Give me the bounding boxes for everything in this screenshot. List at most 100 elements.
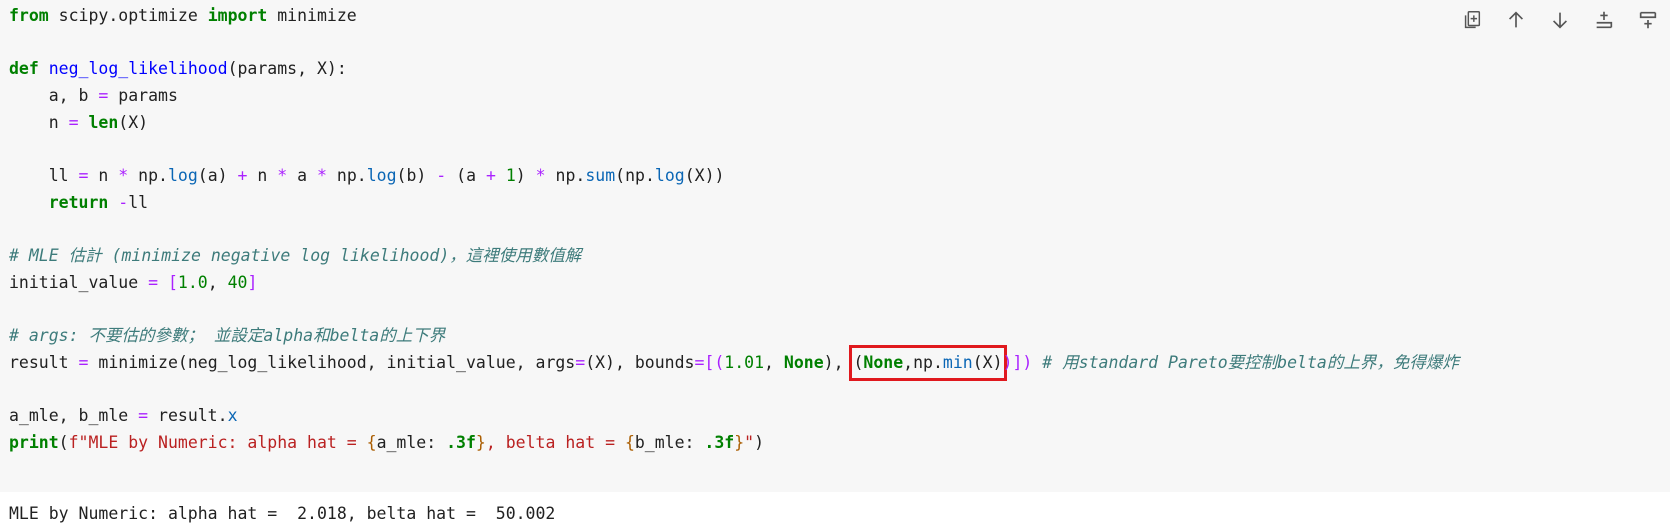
move-down-icon [1552, 12, 1568, 29]
code-text: (X), bounds [585, 353, 695, 372]
code-text: ( [853, 353, 864, 372]
attribute: log [366, 166, 397, 185]
attribute: sum [585, 166, 616, 185]
operator: + [485, 166, 496, 185]
code-comment: # args: 不要估的參數； 並設定alpha和belta的上下界 [9, 326, 446, 345]
code-text: params [108, 86, 178, 105]
insert-below-button[interactable] [1626, 4, 1670, 36]
number: 1.01 [724, 353, 765, 372]
code-text: (X) [118, 113, 149, 132]
code-text: b_mle: [634, 433, 705, 452]
code-text: (X)) [684, 166, 725, 185]
constant: None [863, 353, 904, 372]
operator: = [694, 353, 705, 372]
highlight-box: (None,np.min(X) [849, 345, 1007, 381]
attribute: log [654, 166, 685, 185]
operator: + [237, 166, 248, 185]
number: 1 [505, 166, 516, 185]
code-text: a_mle, b_mle [9, 406, 139, 425]
code-text: np. [545, 166, 586, 185]
code-line-7: ll = n * np.log(a) + n * a * np.log(b) -… [9, 162, 725, 190]
string: " [744, 433, 755, 452]
code-text: np. [128, 166, 168, 185]
code-line-17: print(f"MLE by Numeric: alpha hat = {a_m… [9, 429, 764, 457]
copy-cell-button[interactable] [1450, 4, 1494, 36]
number: 1.0 [177, 273, 208, 292]
brace: { [624, 433, 635, 452]
code-text: (np. [615, 166, 655, 185]
operator: * [277, 166, 288, 185]
move-up-button[interactable] [1494, 4, 1538, 36]
format-spec: .3f [704, 433, 735, 452]
brace: } [475, 433, 486, 452]
bracket: [ [167, 273, 178, 292]
operator: = [98, 86, 109, 105]
brace: } [734, 433, 745, 452]
bracket: [( [704, 353, 725, 372]
code-line-3: def neg_log_likelihood(params, X): [9, 55, 347, 83]
string: , belta hat = [485, 433, 625, 452]
code-text: (a) [197, 166, 238, 185]
keyword: import [207, 6, 268, 25]
bracket: )]) [1002, 353, 1043, 372]
move-down-button[interactable] [1538, 4, 1582, 36]
code-text: result. [148, 406, 228, 425]
code-text: minimize [267, 6, 357, 25]
code-editor[interactable]: from scipy.optimize import minimize def … [9, 0, 1459, 475]
operator: = [78, 353, 89, 372]
brace: { [366, 433, 377, 452]
code-line-16: a_mle, b_mle = result.x [9, 402, 238, 430]
code-text: (a [446, 166, 486, 185]
code-text: a, b [9, 86, 99, 105]
builtin: print [9, 433, 59, 452]
move-up-icon [1508, 11, 1524, 28]
format-spec: .3f [446, 433, 476, 452]
code-text: ll [9, 166, 79, 185]
code-line-8: return -ll [9, 189, 148, 217]
number: 40 [227, 273, 248, 292]
code-text: ,np. [903, 353, 943, 372]
operator: = [148, 273, 159, 292]
code-cell[interactable]: from scipy.optimize import minimize def … [0, 0, 1670, 492]
code-text: minimize(neg_log_likelihood, initial_val… [88, 353, 576, 372]
insert-below-icon [1639, 11, 1657, 29]
code-text: (b) [396, 166, 437, 185]
cell-toolbar [1450, 4, 1670, 36]
attribute: x [227, 406, 238, 425]
builtin: len [88, 113, 119, 132]
keyword: return [48, 193, 109, 212]
keyword: def [9, 59, 39, 78]
attribute: log [167, 166, 198, 185]
code-line-1: from scipy.optimize import minimize [9, 2, 357, 30]
operator: = [575, 353, 586, 372]
code-text: ), [823, 353, 854, 372]
code-text: ( [58, 433, 69, 452]
code-comment: # MLE 估計 (minimize negative log likeliho… [9, 246, 582, 265]
copy-cell-icon [1464, 11, 1481, 29]
insert-above-button[interactable] [1582, 4, 1626, 36]
operator: - [118, 193, 129, 212]
code-text: a [287, 166, 318, 185]
code-line-11: initial_value = [1.0, 40] [9, 269, 257, 297]
operator: - [436, 166, 447, 185]
code-text: (X) [972, 353, 1003, 372]
code-text: np. [326, 166, 367, 185]
keyword: from [9, 6, 49, 25]
operator: = [78, 166, 89, 185]
code-text: result [9, 353, 79, 372]
code-text: , [207, 273, 228, 292]
code-text: (params, X): [227, 59, 347, 78]
code-text: n [9, 113, 69, 132]
operator: * [118, 166, 129, 185]
code-text: n [88, 166, 119, 185]
code-line-4: a, b = params [9, 82, 178, 110]
code-comment: # 用standard Pareto要控制belta的上界，免得爆炸 [1042, 353, 1459, 372]
code-text: ) [515, 166, 536, 185]
operator: * [535, 166, 546, 185]
insert-above-icon [1596, 11, 1613, 29]
bracket: ] [247, 273, 258, 292]
operator: = [138, 406, 149, 425]
